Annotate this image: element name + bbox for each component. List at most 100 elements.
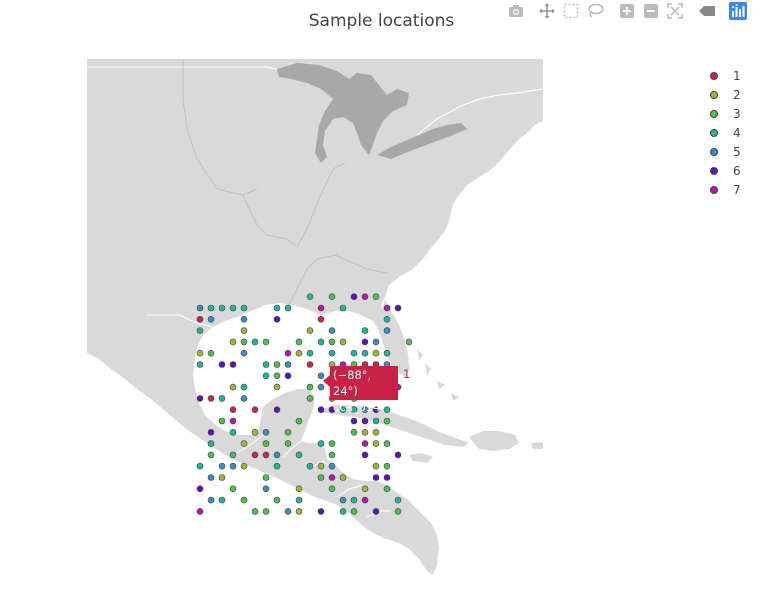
sample-point[interactable]: [218, 496, 226, 504]
sample-point[interactable]: [372, 428, 380, 436]
sample-point[interactable]: [328, 440, 336, 447]
sample-point[interactable]: [196, 485, 204, 493]
sample-point[interactable]: [196, 462, 204, 470]
sample-point[interactable]: [339, 496, 347, 504]
sample-point[interactable]: [361, 451, 369, 459]
sample-point[interactable]: [273, 406, 281, 414]
sample-point[interactable]: [196, 349, 204, 357]
sample-point[interactable]: [273, 496, 281, 504]
sample-point[interactable]: [262, 451, 270, 459]
sample-point[interactable]: [372, 440, 380, 447]
sample-point[interactable]: [251, 406, 259, 414]
sample-point[interactable]: [284, 304, 292, 312]
sample-point[interactable]: [207, 474, 215, 481]
sample-point[interactable]: [295, 349, 303, 357]
sample-point[interactable]: [383, 315, 391, 323]
sample-point[interactable]: [350, 508, 358, 515]
sample-point[interactable]: [306, 361, 314, 368]
sample-point[interactable]: [328, 451, 336, 459]
sample-point[interactable]: [229, 406, 237, 414]
sample-point[interactable]: [361, 485, 369, 493]
sample-point[interactable]: [295, 496, 303, 504]
sample-point[interactable]: [273, 372, 281, 380]
sample-point[interactable]: [383, 349, 391, 357]
lasso-select-icon[interactable]: [586, 2, 604, 20]
sample-point[interactable]: [207, 304, 215, 312]
sample-point[interactable]: [273, 361, 281, 368]
sample-point[interactable]: [394, 508, 402, 515]
sample-point[interactable]: [273, 462, 281, 470]
sample-point[interactable]: [306, 349, 314, 357]
sample-point[interactable]: [262, 440, 270, 447]
sample-point[interactable]: [229, 304, 237, 312]
sample-point[interactable]: [350, 293, 358, 300]
sample-point[interactable]: [240, 304, 248, 312]
sample-point[interactable]: [328, 349, 336, 357]
sample-point[interactable]: [251, 451, 259, 459]
reset-view-icon[interactable]: [666, 2, 684, 20]
zoom-in-icon[interactable]: [618, 2, 636, 20]
sample-point[interactable]: [361, 327, 369, 334]
sample-point[interactable]: [350, 417, 358, 425]
sample-point[interactable]: [240, 395, 248, 402]
sample-point[interactable]: [262, 361, 270, 368]
legend-item-6[interactable]: 6: [705, 161, 741, 180]
sample-point[interactable]: [284, 361, 292, 368]
sample-point[interactable]: [218, 304, 226, 312]
legend-item-5[interactable]: 5: [705, 142, 741, 161]
sample-point[interactable]: [328, 462, 336, 470]
sample-point[interactable]: [317, 315, 325, 323]
sample-point[interactable]: [361, 338, 369, 346]
sample-point[interactable]: [207, 496, 215, 504]
sample-point[interactable]: [207, 395, 215, 402]
sample-point[interactable]: [350, 428, 358, 436]
sample-point[interactable]: [350, 496, 358, 504]
sample-point[interactable]: [328, 338, 336, 346]
sample-point[interactable]: [196, 395, 204, 402]
sample-point[interactable]: [317, 508, 325, 515]
sample-point[interactable]: [317, 462, 325, 470]
sample-point[interactable]: [372, 462, 380, 470]
sample-point[interactable]: [405, 338, 413, 346]
legend-item-2[interactable]: 2: [705, 85, 741, 104]
sample-point[interactable]: [229, 485, 237, 493]
sample-point[interactable]: [339, 338, 347, 346]
sample-point[interactable]: [229, 383, 237, 391]
sample-point[interactable]: [372, 508, 380, 515]
sample-point[interactable]: [372, 338, 380, 346]
sample-point[interactable]: [229, 338, 237, 346]
sample-point[interactable]: [251, 428, 259, 436]
sample-point[interactable]: [361, 496, 369, 504]
sample-point[interactable]: [207, 451, 215, 459]
geo-map[interactable]: [87, 59, 543, 579]
zoom-out-icon[interactable]: [642, 2, 660, 20]
sample-point[interactable]: [262, 338, 270, 346]
legend-item-3[interactable]: 3: [705, 104, 741, 123]
sample-point[interactable]: [295, 417, 303, 425]
sample-point[interactable]: [328, 485, 336, 493]
sample-point[interactable]: [317, 406, 325, 414]
sample-point[interactable]: [273, 383, 281, 391]
sample-point[interactable]: [383, 327, 391, 334]
sample-point[interactable]: [218, 361, 226, 368]
sample-point[interactable]: [306, 383, 314, 391]
sample-point[interactable]: [262, 474, 270, 481]
sample-point[interactable]: [328, 474, 336, 481]
sample-point[interactable]: [284, 428, 292, 436]
sample-point[interactable]: [306, 327, 314, 334]
sample-point[interactable]: [273, 451, 281, 459]
sample-point[interactable]: [240, 327, 248, 334]
sample-point[interactable]: [328, 293, 336, 300]
sample-point[interactable]: [383, 485, 391, 493]
sample-point[interactable]: [383, 304, 391, 312]
sample-point[interactable]: [284, 372, 292, 380]
sample-point[interactable]: [196, 315, 204, 323]
sample-point[interactable]: [361, 349, 369, 357]
camera-icon[interactable]: [507, 2, 525, 20]
sample-point[interactable]: [218, 474, 226, 481]
sample-point[interactable]: [229, 462, 237, 470]
sample-point[interactable]: [328, 327, 336, 334]
sample-point[interactable]: [383, 417, 391, 425]
sample-point[interactable]: [196, 327, 204, 334]
sample-point[interactable]: [229, 417, 237, 425]
